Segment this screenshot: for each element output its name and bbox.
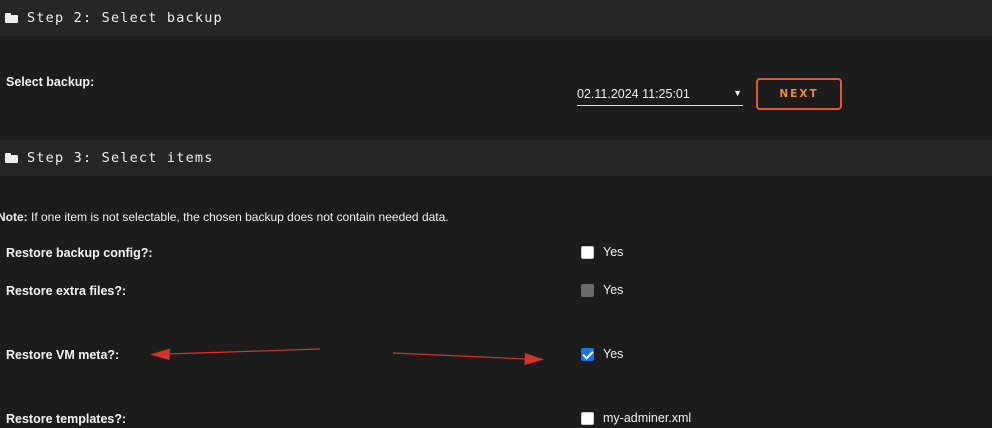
annotation-arrows [150, 348, 544, 365]
arrow-left-line [167, 348, 321, 355]
arrow-right-line [392, 352, 527, 360]
arrow-left-head [150, 348, 170, 360]
arrow-right-head [524, 353, 544, 365]
